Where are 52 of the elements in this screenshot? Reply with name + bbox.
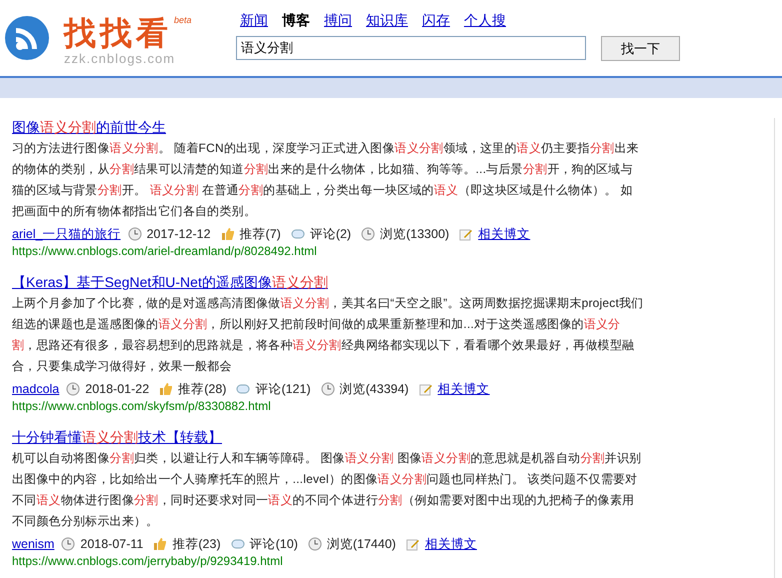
comment-bubble-icon <box>236 382 250 396</box>
nav-link[interactable]: 闪存 <box>422 12 450 30</box>
view-count: 浏览(43394) <box>340 381 409 398</box>
author-link[interactable]: wenism <box>12 535 54 553</box>
post-date: 2018-07-11 <box>80 536 144 553</box>
logo-title: 找找看 <box>64 15 172 51</box>
post-date: 2018-01-22 <box>85 381 150 398</box>
nav-link[interactable]: 知识库 <box>366 12 408 30</box>
beta-label: beta <box>174 15 192 25</box>
result-snippet: 机可以自动将图像分割归类，以避让行人和车辆等障碍。 图像语义分割 图像语义分割的意思就是机器自动分割并识别出图像中的内容，比如给出一个人骑摩托车的照片，...level）的图像语义分割问题也同样热门。 该类问题不仅需要对不同语义物体进行图像分割，同时还要求对同一语义的不同个体进行分割（例如需要对图中出现的九把椅子的像素用不同颜色分别标示出来）。 <box>12 450 642 530</box>
post-date: 2017-12-12 <box>146 226 211 243</box>
result-url: https://www.cnblogs.com/ariel-dreamland/p/8028492.html <box>12 244 318 258</box>
related-posts-link[interactable]: 相关博文 <box>424 535 477 553</box>
logo-domain: zzk.cnblogs.com <box>64 51 176 66</box>
clock-icon <box>128 227 142 241</box>
recommend-count: 推荐(23) <box>172 536 221 553</box>
comment-count: 评论(10) <box>250 536 298 553</box>
clock-icon <box>320 382 335 396</box>
result-url: https://www.cnblogs.com/skyfsm/p/8330882.html <box>12 399 272 413</box>
nav-link[interactable]: 搏问 <box>324 12 352 30</box>
pencil-note-icon <box>418 382 433 396</box>
result-title-link[interactable]: 图像语义分割的前世今生 <box>12 118 166 136</box>
clock-icon <box>61 537 76 551</box>
nav-link[interactable]: 个人搜 <box>464 12 506 30</box>
comment-bubble-icon <box>230 537 245 551</box>
pencil-note-icon <box>406 537 420 551</box>
related-posts-link[interactable]: 相关博文 <box>478 225 530 243</box>
related-posts-link[interactable]: 相关博文 <box>438 380 490 398</box>
thumbs-up-icon <box>220 227 235 241</box>
result-snippet: 上两个月参加了个比赛，做的是对遥感高清图像做语义分割，美其名曰“天空之眼”。这两周数据挖掘课期末project我们组选的课题也是遥感图像的语义分割，所以刚好又把前段时间做的成果重新整理和加...对于这类遥感图像的语义分割，思路还有很多，最容易想到的思路就是，将各种语义分割经典网络都实现以下，看看哪个效果最好，再做模型融合，只要集成学习做得好，效果一般都会 <box>12 295 644 375</box>
author-link[interactable]: ariel_一只猫的旅行 <box>12 225 121 243</box>
comment-count: 评论(2) <box>310 226 352 243</box>
search-button[interactable]: 找一下 <box>601 36 680 61</box>
view-count: 浏览(13300) <box>380 226 450 243</box>
recommend-count: 推荐(7) <box>240 226 281 243</box>
search-field[interactable]: 语义分割 <box>236 36 586 60</box>
view-count: 浏览(17440) <box>326 536 396 553</box>
thumbs-up-icon <box>153 537 168 551</box>
comment-count: 评论(121) <box>255 381 311 398</box>
nav-link[interactable]: 博客 <box>282 12 310 30</box>
recommend-count: 推荐(28) <box>178 381 226 398</box>
author-link[interactable]: madcola <box>12 380 60 398</box>
clock-icon <box>308 537 322 551</box>
rss-logo-icon <box>4 15 50 61</box>
clock-icon <box>361 227 376 241</box>
comment-bubble-icon <box>290 227 305 241</box>
nav-link[interactable]: 新闻 <box>240 12 268 30</box>
clock-icon <box>66 382 80 396</box>
result-url: https://www.cnblogs.com/jerrybaby/p/9293419.html <box>12 554 284 568</box>
result-snippet: 习的方法进行图像语义分割。 随着FCN的出现，深度学习正式进入图像语义分割领域，这里的语义仍主要指分割出来的物体的类别，从分割结果可以清楚的知道分割出来的是什么物体，比如猫、狗等等。...与后景分割开，狗的区域与猫的区域与背景分割开。 语义分割 在普通分割的基础上，分类出每一块区域的语义（即这块区域是什么物体）。 如把画面中的所有物体都指出它们各自的类别。 <box>12 140 640 220</box>
thumbs-up-icon <box>159 382 174 396</box>
pencil-note-icon <box>459 227 474 241</box>
